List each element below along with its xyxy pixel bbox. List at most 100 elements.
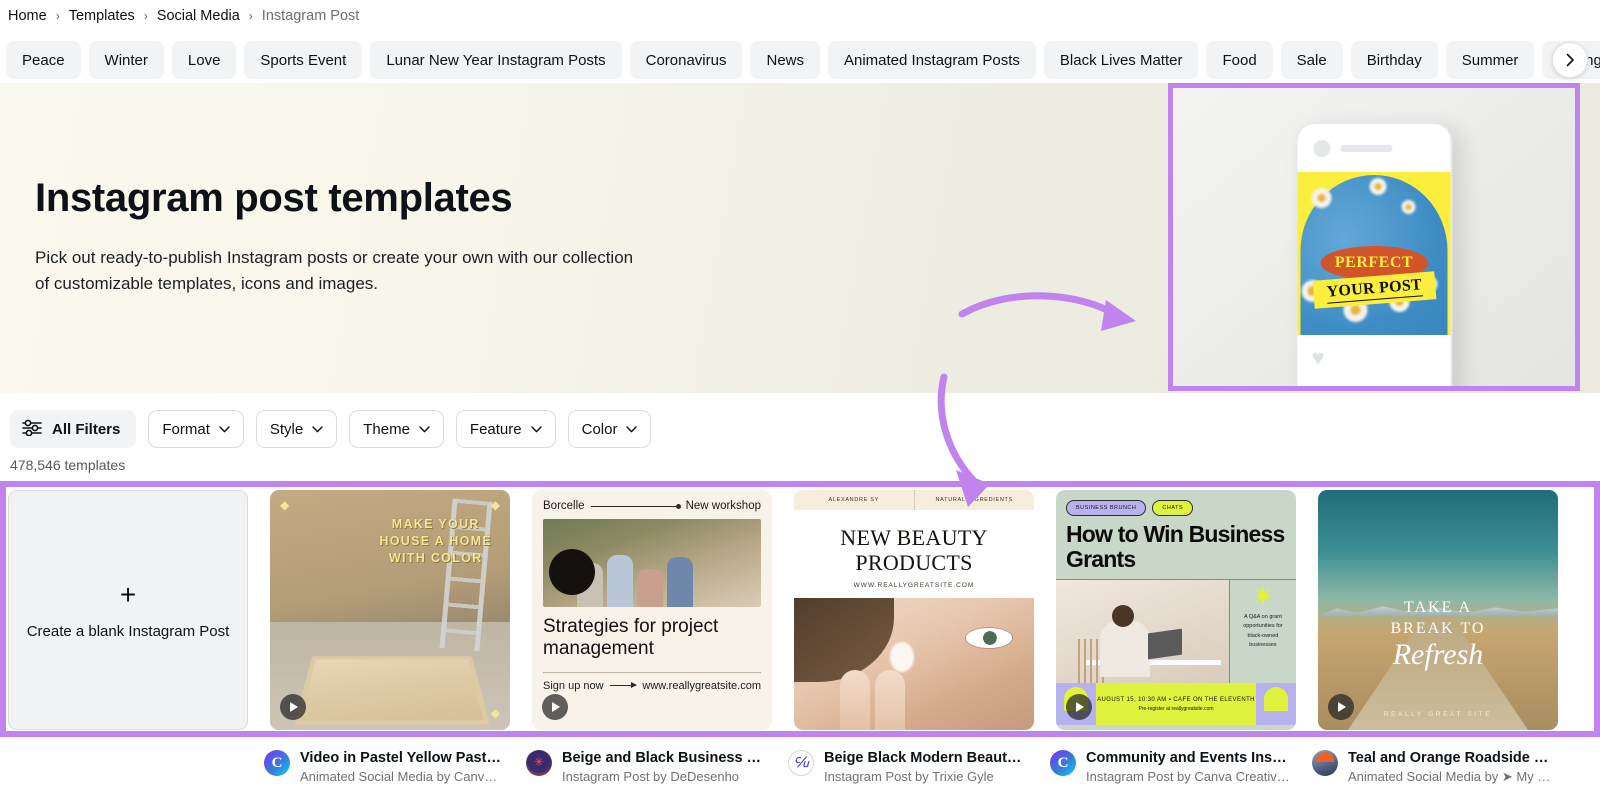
template-author: Animated Social Media by ➤ My S…: [1348, 769, 1552, 785]
filter-feature-label: Feature: [470, 421, 522, 438]
template-title[interactable]: Beige Black Modern Beauty …: [824, 750, 1028, 766]
stamp-badge: [549, 549, 595, 595]
filter-format-label: Format: [162, 421, 210, 438]
chip-summer[interactable]: Summer: [1446, 41, 1535, 79]
chip-lunar-new-year-instagram-posts[interactable]: Lunar New Year Instagram Posts: [370, 41, 621, 79]
template-title[interactable]: Teal and Orange Roadside M…: [1348, 750, 1552, 766]
eyebrow-right-label: New workshop: [686, 500, 761, 512]
eye-graphic: [966, 628, 1012, 648]
template-title[interactable]: Community and Events Insta…: [1086, 750, 1290, 766]
event-details: AUGUST 15, 10:30 AM ▪ CAFE ON THE ELEVEN…: [1096, 683, 1256, 725]
play-icon[interactable]: [1328, 694, 1354, 720]
results-grid-frame: + Create a blank Instagram Post ◆ ◆ ◆ MA…: [0, 481, 1600, 737]
chip-coronavirus[interactable]: Coronavirus: [630, 41, 743, 79]
hero-banner: Instagram post templates Pick out ready-…: [0, 83, 1600, 393]
filter-style-dropdown[interactable]: Style: [256, 410, 337, 448]
template-author: Instagram Post by Canva Creative …: [1086, 769, 1290, 784]
card-event-bar: AUGUST 15, 10:30 AM ▪ CAFE ON THE ELEVEN…: [1056, 683, 1296, 725]
side-note-label: A Q&A on grant opportunities for black-o…: [1230, 607, 1296, 650]
hand-graphic: [840, 670, 905, 730]
play-icon[interactable]: [542, 694, 568, 720]
person: [667, 557, 693, 607]
tag-chip-bar: Peace Winter Love Sports Event Lunar New…: [0, 37, 1600, 83]
chip-black-lives-matter[interactable]: Black Lives Matter: [1044, 41, 1199, 79]
event-sub-label: Pre-register at reallygreatsite.com: [1138, 706, 1213, 712]
chip-birthday[interactable]: Birthday: [1351, 41, 1438, 79]
card-headline: Strategies for project management: [543, 616, 761, 661]
card-tag-row: BUSINESS BRUNCH CHATS: [1056, 490, 1296, 516]
card-url-label: www.reallygreatsite.com: [642, 680, 761, 692]
sparkle-icon: ◆: [491, 706, 500, 720]
brand-label: Borcelle: [543, 500, 585, 512]
card-cta-label: Sign up now: [543, 680, 604, 692]
chip-animated-instagram-posts[interactable]: Animated Instagram Posts: [828, 41, 1036, 79]
chip-peace[interactable]: Peace: [6, 41, 81, 79]
phone-side-button-icon: [1452, 242, 1453, 276]
card-photo: [543, 519, 761, 607]
phone-post-header: [1298, 124, 1451, 172]
create-blank-card[interactable]: + Create a blank Instagram Post: [8, 490, 248, 730]
filter-format-dropdown[interactable]: Format: [148, 410, 244, 448]
template-meta[interactable]: C Video in Pastel Yellow Pastel … Animat…: [264, 750, 504, 785]
template-title[interactable]: Beige and Black Business Wo…: [562, 750, 766, 766]
page-description: Pick out ready-to-publish Instagram post…: [35, 245, 650, 297]
breadcrumb-item-social-media[interactable]: Social Media: [157, 8, 240, 24]
template-meta[interactable]: Beige and Black Business Wo… Instagram P…: [526, 750, 766, 785]
crate-graphic: [294, 656, 490, 724]
card-body: ✷ A Q&A on grant opportunities for black…: [1056, 579, 1296, 683]
template-card[interactable]: BUSINESS BRUNCH CHATS How to Win Busines…: [1056, 490, 1296, 730]
filter-feature-dropdown[interactable]: Feature: [456, 410, 556, 448]
chip-winter[interactable]: Winter: [89, 41, 164, 79]
template-card-row: + Create a blank Instagram Post ◆ ◆ ◆ MA…: [6, 487, 1594, 731]
avatar: C: [264, 750, 290, 776]
template-meta[interactable]: C Community and Events Insta… Instagram …: [1050, 750, 1290, 785]
breadcrumb-item-current: Instagram Post: [262, 8, 360, 24]
your-post-ribbon-label: YOUR POST: [1326, 276, 1423, 303]
chevron-down-icon: [312, 426, 323, 433]
breadcrumb-item-home[interactable]: Home: [8, 8, 47, 24]
breadcrumb-separator-icon: ›: [249, 9, 253, 23]
phone-post-footer: ♥: [1298, 335, 1451, 391]
chip-news[interactable]: News: [750, 41, 820, 79]
template-author: Instagram Post by DeDesenho: [562, 769, 766, 784]
card-headline: NEW BEAUTY PRODUCTS: [794, 510, 1034, 575]
chip-food[interactable]: Food: [1206, 41, 1272, 79]
breadcrumb: Home › Templates › Social Media › Instag…: [0, 4, 1600, 28]
page-title: Instagram post templates: [35, 176, 675, 220]
play-icon[interactable]: [280, 694, 306, 720]
card-headline: TAKE A BREAK TO: [1318, 598, 1558, 640]
template-meta-row: C Video in Pastel Yellow Pastel … Animat…: [0, 737, 1600, 785]
people-graphic: [577, 555, 693, 607]
event-line-label: AUGUST 15, 10:30 AM ▪ CAFE ON THE ELEVEN…: [1097, 697, 1255, 703]
all-filters-button[interactable]: All Filters: [10, 410, 136, 448]
play-icon[interactable]: [1066, 694, 1092, 720]
headline-line-two: BREAK TO: [1391, 620, 1486, 637]
chip-sale[interactable]: Sale: [1281, 41, 1343, 79]
laptop-graphic: [1148, 629, 1182, 660]
breadcrumb-item-templates[interactable]: Templates: [69, 8, 135, 24]
cream-graphic: [890, 642, 914, 672]
username-placeholder: [1341, 145, 1393, 152]
card-headline: How to Win Business Grants: [1056, 516, 1296, 571]
template-title[interactable]: Video in Pastel Yellow Pastel …: [300, 750, 504, 766]
template-card[interactable]: Borcelle New workshop Strategies for pro…: [532, 490, 772, 730]
template-meta[interactable]: ℆ Beige Black Modern Beauty … Instagram …: [788, 750, 1028, 785]
template-card[interactable]: ALEXANDRE SY NATURAL INGREDIENTS NEW BEA…: [794, 490, 1034, 730]
chip-sports-event[interactable]: Sports Event: [244, 41, 362, 79]
card-photo: [794, 598, 1034, 730]
avatar: C: [1050, 750, 1076, 776]
avatar: [1314, 140, 1331, 157]
chevron-right-icon[interactable]: [1552, 42, 1588, 78]
filter-theme-dropdown[interactable]: Theme: [349, 410, 444, 448]
chip-love[interactable]: Love: [172, 41, 237, 79]
card-eyebrow: Borcelle New workshop: [543, 500, 761, 512]
daisy-icon: [1370, 178, 1387, 195]
breadcrumb-separator-icon: ›: [56, 9, 60, 23]
template-card[interactable]: TAKE ABREAK TO Refresh REALLY GREAT SITE: [1318, 490, 1558, 730]
filter-color-dropdown[interactable]: Color: [568, 410, 652, 448]
headline-line-one: TAKE A: [1404, 599, 1472, 616]
template-card[interactable]: ◆ ◆ ◆ MAKE YOUR HOUSE A HOME WITH COLOR: [270, 490, 510, 730]
template-meta[interactable]: Teal and Orange Roadside M… Animated Soc…: [1312, 750, 1552, 785]
divider: [543, 672, 761, 673]
breadcrumb-separator-icon: ›: [144, 9, 148, 23]
